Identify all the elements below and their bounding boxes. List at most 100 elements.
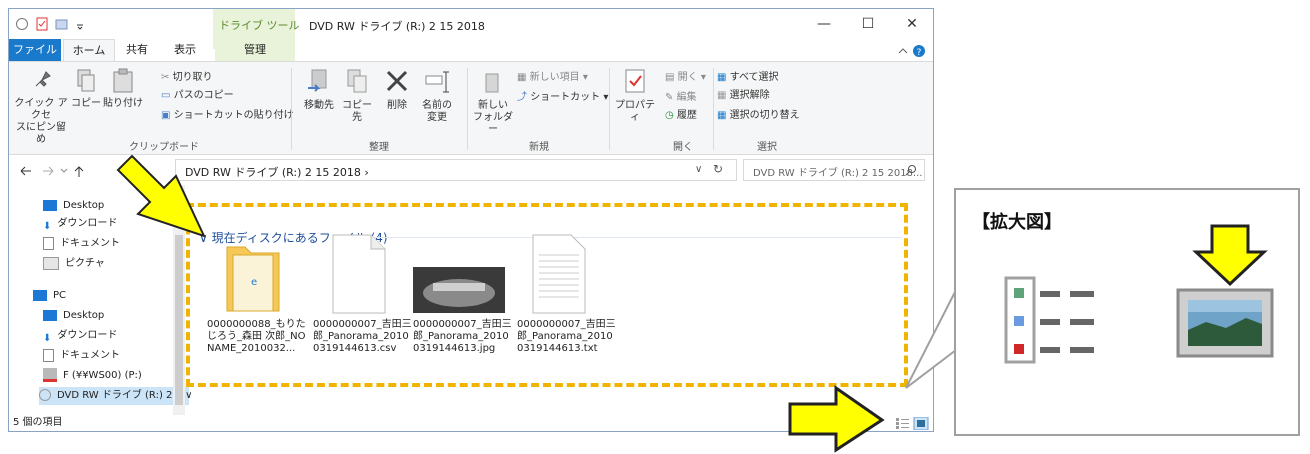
- history-label: 履歴: [676, 110, 697, 121]
- nav-item-pc-documents[interactable]: ドキュメント: [43, 347, 120, 365]
- properties-qat-icon[interactable]: [35, 17, 49, 31]
- new-folder-qat-icon[interactable]: [55, 17, 69, 31]
- delete-button[interactable]: 削除: [381, 68, 413, 112]
- group-new-label: 新規: [529, 142, 549, 153]
- move-to-button[interactable]: 移動先: [301, 68, 337, 112]
- properties-icon: [625, 69, 645, 93]
- edit-icon: ✎: [665, 92, 677, 103]
- maximize-button[interactable]: ☐: [851, 13, 885, 35]
- ribbon-collapse-and-help-icon[interactable]: ?: [897, 44, 927, 58]
- separator: [291, 68, 292, 150]
- new-folder-button[interactable]: 新しい フォルダー: [473, 68, 513, 136]
- recent-dropdown-icon: [60, 168, 68, 173]
- group-open-label: 開く: [673, 142, 693, 153]
- tab-file[interactable]: ファイル: [9, 39, 61, 61]
- tab-share[interactable]: 共有: [117, 39, 157, 61]
- search-placeholder: DVD RW ドライブ (R:) 2 15 2018...: [753, 168, 923, 179]
- rename-icon: [425, 71, 449, 93]
- nav-item-downloads[interactable]: ⬇ ダウンロード: [43, 215, 117, 233]
- new-item-button[interactable]: ▦ 新しい項目 ▾: [517, 68, 588, 83]
- large-icons-view-icon[interactable]: [913, 417, 929, 430]
- pin-label-1: クイック アクセ: [14, 98, 68, 121]
- nav-item-pc-downloads[interactable]: ⬇ ダウンロード: [43, 327, 117, 345]
- pictures-icon: [43, 256, 59, 270]
- document-icon: [43, 348, 54, 362]
- close-button[interactable]: ✕: [895, 13, 929, 35]
- pin-label-2: スにピン留め: [16, 122, 66, 145]
- rename-label-2: 変更: [427, 112, 447, 123]
- annotation-arrow-icon: [116, 154, 206, 238]
- zoomed-large-icons-view-icon: [1176, 288, 1274, 358]
- nav-label: ドキュメント: [60, 350, 120, 361]
- item-count: 5 個の項目: [13, 417, 63, 428]
- new-item-icon: ▦: [517, 72, 530, 83]
- paste-icon: [113, 68, 133, 93]
- copy-to-icon: [347, 69, 367, 93]
- select-all-button[interactable]: ▦ すべて選択: [717, 68, 779, 83]
- properties-button[interactable]: プロパティ: [613, 68, 657, 124]
- minimize-button[interactable]: —: [807, 13, 841, 35]
- separator: [713, 68, 714, 150]
- download-icon: ⬇: [43, 220, 52, 232]
- nav-label: ピクチャ: [65, 258, 105, 269]
- nav-item-desktop[interactable]: Desktop📌: [43, 197, 167, 215]
- paste-shortcut-button[interactable]: ▣ ショートカットの貼り付け: [161, 106, 294, 121]
- tab-manage[interactable]: 管理: [215, 39, 295, 61]
- refresh-icon[interactable]: ↻: [713, 162, 723, 176]
- copy-button[interactable]: コピー: [71, 68, 101, 110]
- edit-label: 編集: [676, 92, 697, 103]
- network-drive-icon: [43, 368, 57, 382]
- pin-icon: [35, 71, 51, 87]
- details-view-icon[interactable]: [896, 418, 909, 429]
- invert-selection-icon: ▦: [717, 110, 730, 121]
- tab-view[interactable]: 表示: [165, 39, 205, 61]
- group-organize-label: 整理: [369, 142, 389, 153]
- paste-button[interactable]: 貼り付け: [103, 68, 143, 110]
- open-label: 開く ▾: [677, 72, 706, 83]
- nav-item-dvd-drive[interactable]: DVD RW ドライブ (R:) 2 1 ∨: [39, 387, 192, 405]
- address-dropdown-icon[interactable]: ∨: [695, 164, 702, 175]
- delete-label: 削除: [387, 100, 407, 111]
- group-select-label: 選択: [757, 142, 777, 153]
- select-none-button[interactable]: ▦ 選択解除: [717, 86, 770, 101]
- address-path: DVD RW ドライブ (R:) 2 15 2018 ›: [185, 166, 369, 179]
- pc-icon: [33, 289, 47, 301]
- download-icon: ⬇: [43, 332, 52, 344]
- nav-label: ダウンロード: [57, 218, 118, 229]
- nav-label: ダウンロード: [57, 330, 118, 341]
- document-icon: [43, 236, 54, 250]
- right-arrow-icon: [788, 385, 885, 453]
- invert-selection-button[interactable]: ▦ 選択の切り替え: [717, 106, 800, 121]
- paste-label: 貼り付け: [103, 98, 143, 109]
- paste-shortcut-icon: ▣: [161, 110, 174, 121]
- open-button[interactable]: ▤ 開く ▾: [665, 68, 706, 83]
- pin-quick-access-button[interactable]: クイック アクセ スにピン留め: [13, 68, 69, 146]
- cut-button[interactable]: ✂ 切り取り: [161, 68, 213, 83]
- shortcut-label: ショートカット ▾: [530, 92, 609, 103]
- copy-path-icon: ▭: [161, 90, 174, 101]
- rename-button[interactable]: 名前の 変更: [419, 68, 455, 124]
- nav-item-network-drive[interactable]: F (¥¥WS00) (P:): [43, 367, 142, 385]
- back-arrow-icon: [20, 166, 31, 176]
- nav-scroll-thumb[interactable]: [175, 235, 183, 405]
- tab-home[interactable]: ホーム: [63, 39, 115, 62]
- shortcut-button[interactable]: ⤴ ショートカット ▾: [517, 88, 608, 103]
- copy-to-label: コピー先: [342, 100, 372, 123]
- zoomed-details-view-icon: [1004, 276, 1094, 364]
- nav-item-documents[interactable]: ドキュメント: [43, 235, 120, 253]
- copy-to-button[interactable]: コピー先: [339, 68, 375, 124]
- copy-path-button[interactable]: ▭ パスのコピー: [161, 86, 234, 101]
- select-all-label: すべて選択: [729, 72, 779, 83]
- qat-dropdown-icon[interactable]: [75, 17, 85, 31]
- nav-label: PC: [53, 290, 67, 301]
- ribbon-tabs: ファイル ホーム 共有 表示 管理 ?: [9, 39, 933, 62]
- history-button[interactable]: ◷ 履歴: [665, 106, 697, 121]
- window-title: DVD RW ドライブ (R:) 2 15 2018: [309, 20, 485, 33]
- nav-item-pc-desktop[interactable]: Desktop: [43, 307, 104, 325]
- ribbon: クイック アクセ スにピン留め コピー 貼り付け ✂ 切り取り ▭ パスのコピー…: [9, 61, 933, 155]
- edit-button[interactable]: ✎ 編集: [665, 88, 697, 103]
- nav-item-pc[interactable]: PC: [33, 287, 66, 305]
- drive-tools-context-label: ドライブ ツール: [219, 19, 300, 32]
- nav-label: Desktop: [63, 200, 105, 211]
- nav-item-pictures[interactable]: ピクチャ: [43, 255, 105, 273]
